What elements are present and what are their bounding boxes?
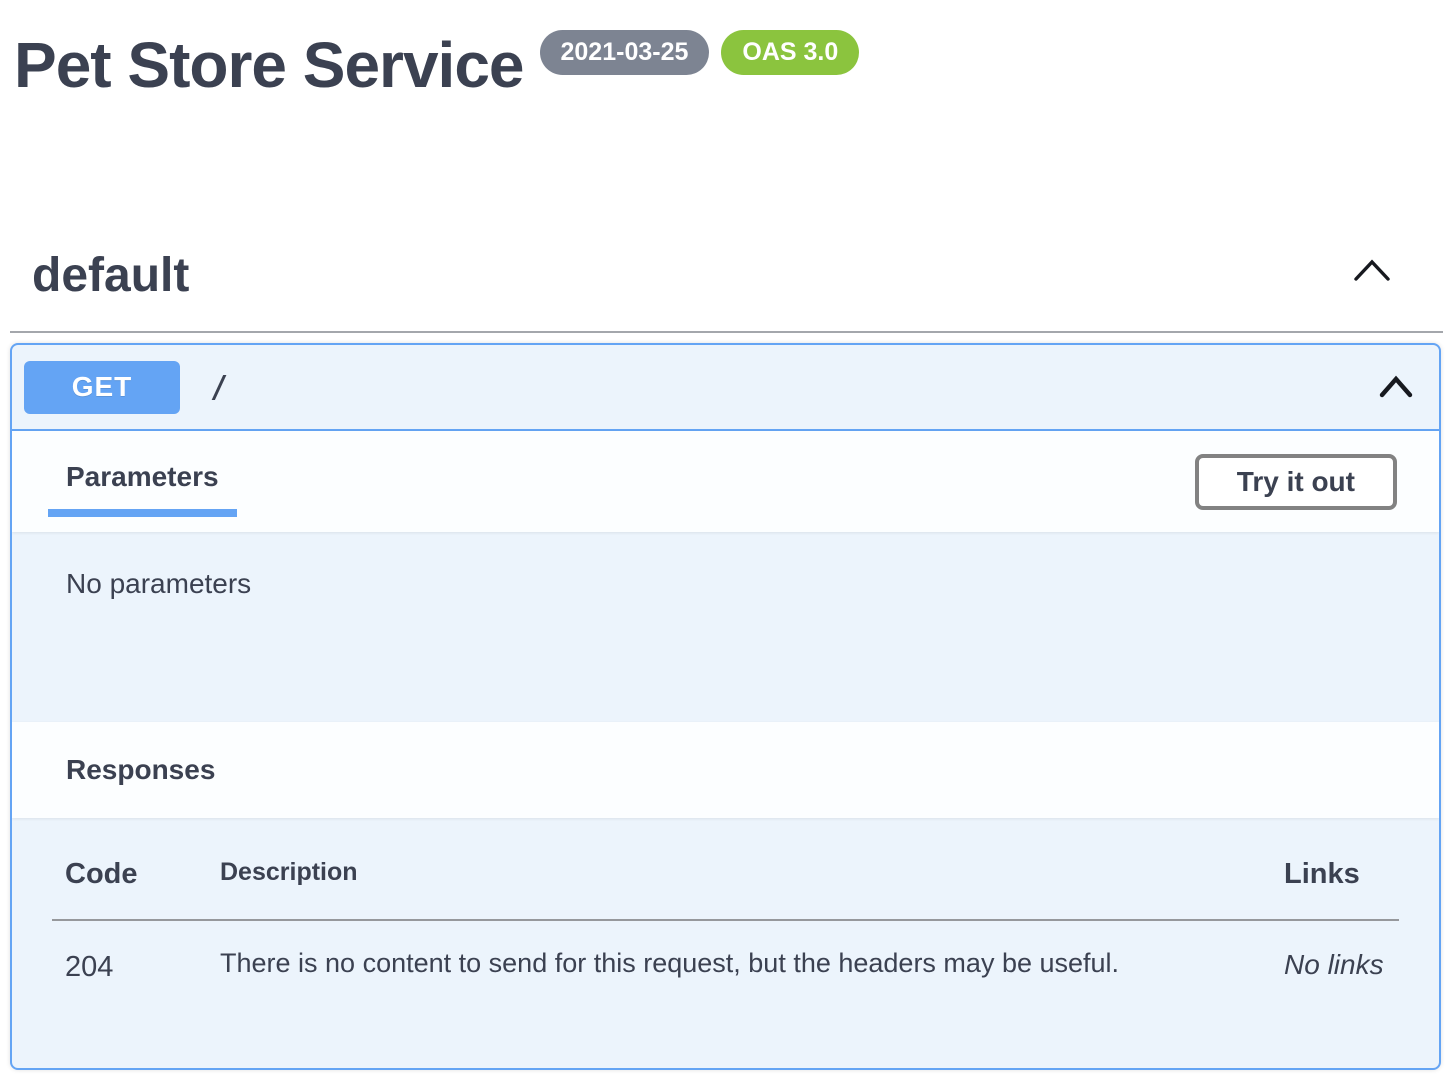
- oas-badge: OAS 3.0: [721, 30, 859, 75]
- response-description: There is no content to send for this req…: [220, 920, 1284, 984]
- responses-table-header-row: Code Description Links: [52, 852, 1399, 920]
- operation-collapse-button[interactable]: [1379, 375, 1413, 400]
- try-it-out-button[interactable]: Try it out: [1195, 454, 1397, 510]
- operation-path: /: [210, 370, 228, 405]
- tag-collapse-button[interactable]: [1353, 258, 1391, 282]
- method-badge[interactable]: GET: [24, 361, 180, 414]
- chevron-up-icon: [1353, 258, 1391, 282]
- description-column-header: Description: [220, 852, 1284, 920]
- chevron-up-icon: [1379, 375, 1413, 398]
- parameters-body: No parameters: [12, 532, 1439, 722]
- parameters-section-header: Parameters Try it out: [12, 431, 1439, 532]
- links-column-header: Links: [1284, 852, 1399, 920]
- response-links: No links: [1284, 920, 1399, 984]
- version-badge: 2021-03-25: [540, 30, 710, 75]
- parameters-tab-label: Parameters: [66, 461, 219, 492]
- parameters-tab: Parameters: [48, 461, 237, 493]
- no-parameters-text: No parameters: [66, 568, 251, 599]
- responses-title: Responses: [66, 754, 215, 786]
- response-row-204: 204 There is no content to send for this…: [52, 920, 1399, 984]
- badges: 2021-03-25 OAS 3.0: [540, 30, 860, 75]
- tag-header-default[interactable]: default: [10, 240, 1443, 333]
- operation-block-get-root: GET / Parameters Try it out No parameter…: [10, 343, 1441, 1070]
- response-code: 204: [52, 920, 220, 984]
- page-title: Pet Store Service: [14, 26, 524, 104]
- responses-table: Code Description Links 204 There is no c…: [52, 852, 1399, 984]
- responses-section-header: Responses: [12, 722, 1439, 818]
- info-header: Pet Store Service 2021-03-25 OAS 3.0: [14, 26, 859, 104]
- operation-summary[interactable]: GET /: [12, 345, 1439, 431]
- tag-name[interactable]: default: [32, 248, 189, 303]
- responses-body: Code Description Links 204 There is no c…: [12, 818, 1439, 1068]
- code-column-header: Code: [52, 852, 220, 920]
